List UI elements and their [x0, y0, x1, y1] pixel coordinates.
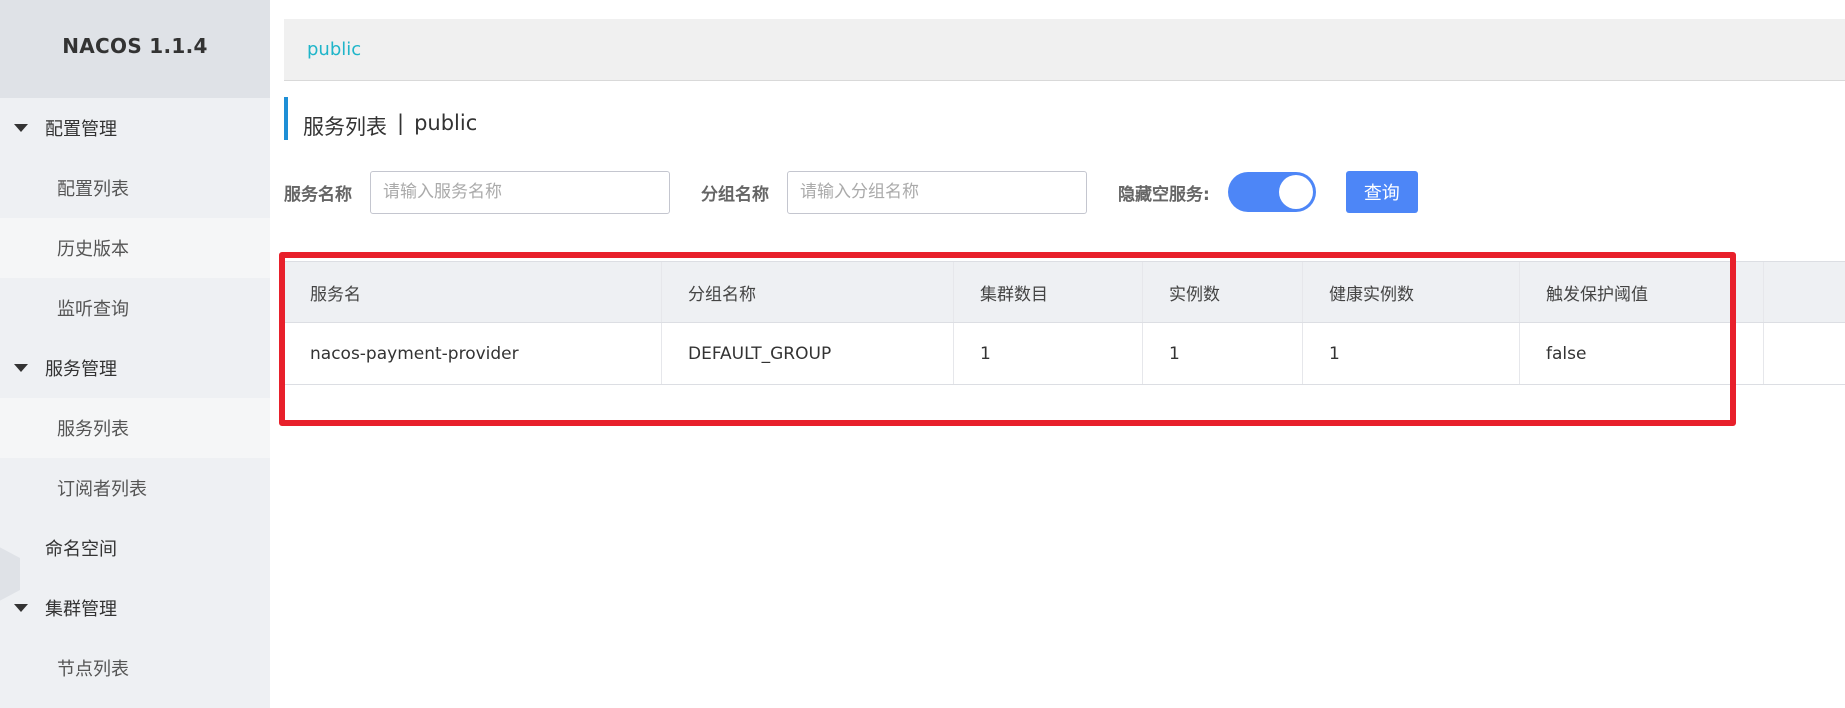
- sidebar-item-service-list[interactable]: 服务列表: [0, 398, 270, 458]
- sidebar-group-service[interactable]: 服务管理: [0, 338, 270, 398]
- column-header-operations: [1764, 262, 1845, 322]
- sidebar-item-node-list[interactable]: 节点列表: [0, 638, 270, 698]
- column-header-healthy-count[interactable]: 健康实例数: [1303, 262, 1520, 322]
- column-header-instance-count[interactable]: 实例数: [1143, 262, 1303, 322]
- sidebar-item-label: 命名空间: [45, 539, 117, 560]
- column-header-group-name[interactable]: 分组名称: [662, 262, 954, 322]
- filter-bar: 服务名称 分组名称 隐藏空服务: 查询: [284, 170, 1418, 214]
- sidebar-item-label: 服务管理: [45, 359, 117, 380]
- hide-empty-label: 隐藏空服务:: [1118, 184, 1210, 205]
- page-title: 服务列表 | public: [303, 111, 477, 141]
- sidebar-item-label: 历史版本: [57, 239, 129, 260]
- cell-operations: [1764, 323, 1845, 384]
- sidebar-item-label: 订阅者列表: [57, 479, 147, 500]
- cell-instance-count: 1: [1143, 323, 1303, 384]
- column-header-protect-threshold[interactable]: 触发保护阈值: [1520, 262, 1764, 322]
- query-button[interactable]: 查询: [1345, 171, 1418, 213]
- page-title-separator: |: [397, 111, 405, 135]
- sidebar-item-label: 集群管理: [45, 599, 117, 620]
- group-name-input[interactable]: [787, 170, 1087, 214]
- sidebar-item-history[interactable]: 历史版本: [0, 218, 270, 278]
- service-table: 服务名 分组名称 集群数目 实例数 健康实例数 触发保护阈值 nacos-pay…: [284, 261, 1845, 385]
- cell-cluster-count: 1: [954, 323, 1143, 384]
- cell-protect-threshold: false: [1520, 323, 1764, 384]
- table-header: 服务名 分组名称 集群数目 实例数 健康实例数 触发保护阈值: [284, 261, 1845, 323]
- sidebar-item-label: 配置列表: [57, 179, 129, 200]
- namespace-tab[interactable]: public: [284, 19, 1845, 81]
- sidebar-item-label: 服务列表: [57, 419, 129, 440]
- column-header-cluster-count[interactable]: 集群数目: [954, 262, 1143, 322]
- sidebar-group-config[interactable]: 配置管理: [0, 98, 270, 158]
- namespace-tab-label[interactable]: public: [307, 39, 361, 60]
- table-row[interactable]: nacos-payment-provider DEFAULT_GROUP 1 1…: [284, 323, 1845, 385]
- sidebar-group-cluster[interactable]: 集群管理: [0, 578, 270, 638]
- hide-empty-toggle[interactable]: [1227, 172, 1316, 212]
- title-accent-bar: [284, 97, 288, 140]
- sidebar-item-subscribers[interactable]: 订阅者列表: [0, 458, 270, 518]
- sidebar-item-config-list[interactable]: 配置列表: [0, 158, 270, 218]
- sidebar-item-label: 节点列表: [57, 659, 129, 680]
- service-name-label: 服务名称: [284, 184, 352, 205]
- page-title-text: 服务列表: [303, 115, 387, 139]
- toggle-knob: [1278, 175, 1313, 209]
- sidebar-item-label: 配置管理: [45, 119, 117, 140]
- caret-down-icon: [14, 604, 28, 612]
- cell-healthy-count: 1: [1303, 323, 1520, 384]
- service-name-input[interactable]: [370, 170, 670, 214]
- caret-down-icon: [14, 364, 28, 372]
- app-logo: NACOS 1.1.4: [0, 0, 270, 98]
- sidebar-item-listener-query[interactable]: 监听查询: [0, 278, 270, 338]
- column-header-service-name[interactable]: 服务名: [284, 262, 662, 322]
- group-name-label: 分组名称: [701, 184, 769, 205]
- page-title-namespace: public: [414, 111, 478, 135]
- sidebar-item-namespace[interactable]: 命名空间: [0, 518, 270, 578]
- caret-down-icon: [14, 124, 28, 132]
- sidebar-item-label: 监听查询: [57, 299, 129, 320]
- cell-service-name: nacos-payment-provider: [284, 323, 662, 384]
- sidebar: NACOS 1.1.4 配置管理 配置列表 历史版本 监听查询 服务管理 服务列…: [0, 0, 270, 708]
- cell-group-name: DEFAULT_GROUP: [662, 323, 954, 384]
